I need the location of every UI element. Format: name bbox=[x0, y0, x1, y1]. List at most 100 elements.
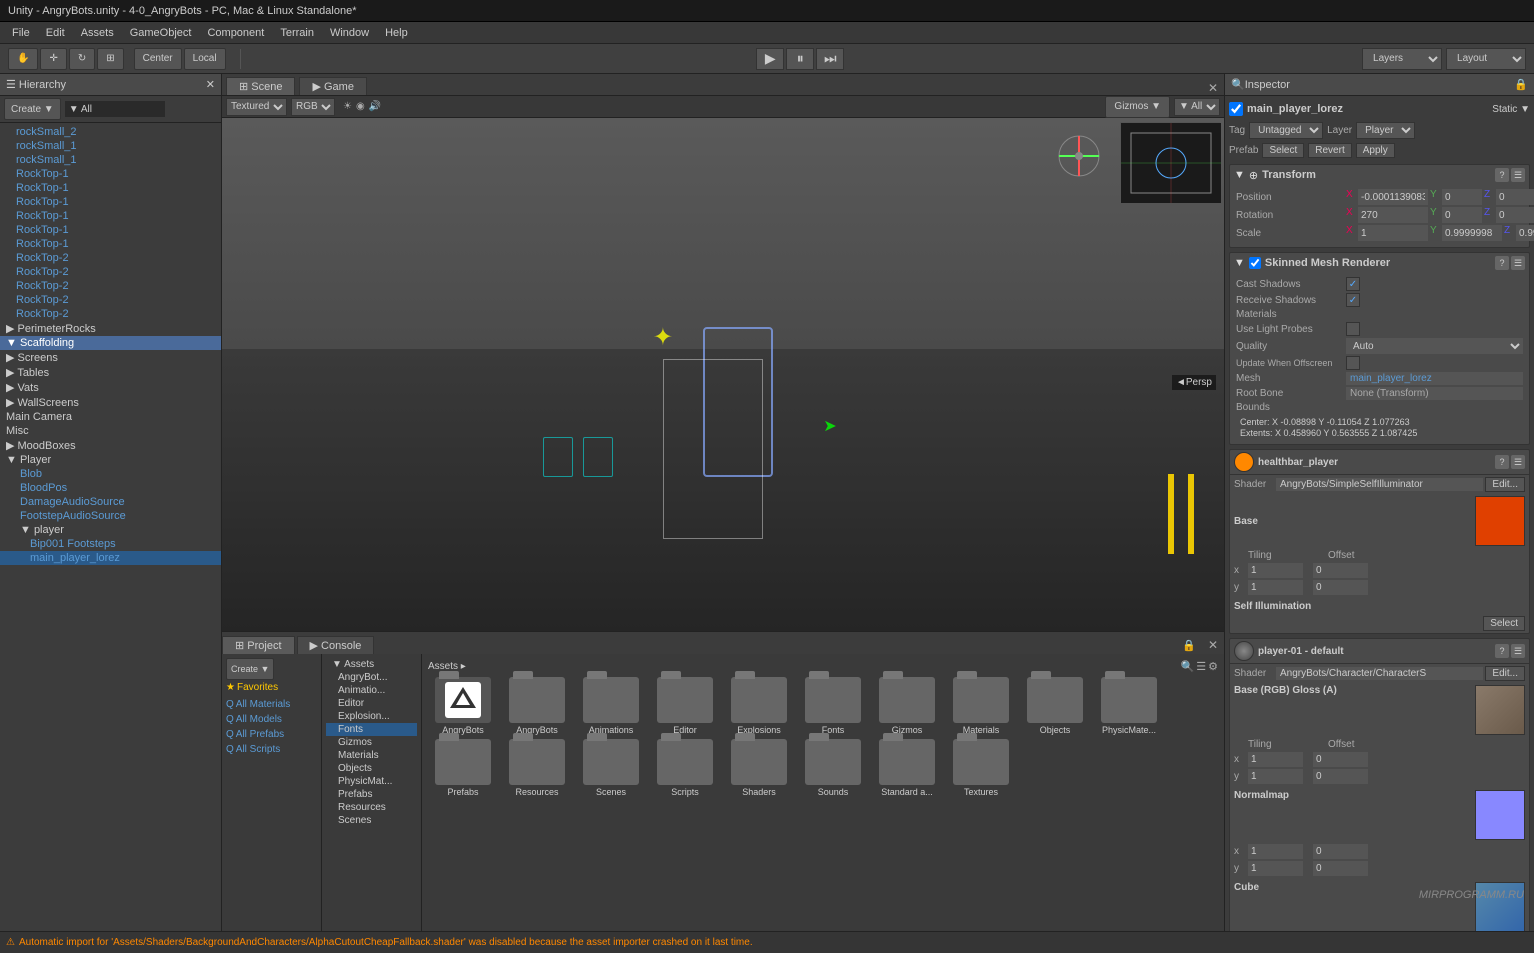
shader2-edit-button[interactable]: Edit... bbox=[1485, 666, 1525, 681]
mat2-settings-icon[interactable]: ? bbox=[1495, 644, 1509, 658]
folder-textures[interactable]: Textures bbox=[946, 739, 1016, 797]
folder-prefabs[interactable]: Prefabs bbox=[428, 739, 498, 797]
list-item-screens[interactable]: ▶ Screens bbox=[0, 350, 221, 365]
center-button[interactable]: Center bbox=[134, 48, 182, 70]
rotate-tool[interactable]: ↻ bbox=[69, 48, 95, 70]
list-item-moodboxes[interactable]: ▶ MoodBoxes bbox=[0, 438, 221, 453]
folder-angrybots[interactable]: AngryBots bbox=[502, 677, 572, 735]
layout-dropdown[interactable]: Layout bbox=[1446, 48, 1526, 70]
fav-all-prefabs[interactable]: Q All Prefabs bbox=[226, 727, 317, 742]
list-item-wallscreens[interactable]: ▶ WallScreens bbox=[0, 395, 221, 410]
list-item[interactable]: RockTop-2 bbox=[0, 251, 221, 265]
scale-x[interactable] bbox=[1358, 225, 1428, 241]
smr-enabled-checkbox[interactable] bbox=[1249, 257, 1261, 269]
list-item[interactable]: rockSmall_2 bbox=[0, 125, 221, 139]
list-item-blob[interactable]: Blob bbox=[0, 467, 221, 481]
local-button[interactable]: Local bbox=[184, 48, 226, 70]
sidebar-materials[interactable]: Materials bbox=[326, 749, 417, 762]
list-item-main-camera[interactable]: Main Camera bbox=[0, 410, 221, 424]
prefab-revert-button[interactable]: Revert bbox=[1308, 143, 1351, 158]
menu-terrain[interactable]: Terrain bbox=[272, 25, 322, 41]
tab-console[interactable]: ▶ Console bbox=[297, 636, 375, 654]
texture-preview-normal[interactable] bbox=[1475, 790, 1525, 840]
folder-scenes[interactable]: Scenes bbox=[576, 739, 646, 797]
sidebar-physicmat[interactable]: PhysicMat... bbox=[326, 775, 417, 788]
settings-icon[interactable]: ⚙ bbox=[1208, 660, 1218, 673]
list-item[interactable]: RockTop-2 bbox=[0, 293, 221, 307]
rotation-x[interactable] bbox=[1358, 207, 1428, 223]
list-item[interactable]: RockTop-1 bbox=[0, 167, 221, 181]
cast-shadows-checkbox[interactable]: ✓ bbox=[1346, 277, 1360, 291]
list-item[interactable]: RockTop-2 bbox=[0, 265, 221, 279]
fav-all-scripts[interactable]: Q All Scripts bbox=[226, 742, 317, 757]
list-item[interactable]: RockTop-1 bbox=[0, 181, 221, 195]
hand-tool[interactable]: ✋ bbox=[8, 48, 38, 70]
scene-view[interactable]: ◄Persp ✦ bbox=[222, 118, 1224, 631]
sidebar-explosions[interactable]: Explosion... bbox=[326, 710, 417, 723]
sidebar-scenes[interactable]: Scenes bbox=[326, 814, 417, 827]
search-icon[interactable]: 🔍 bbox=[1181, 660, 1195, 673]
position-y[interactable] bbox=[1442, 189, 1482, 205]
menu-assets[interactable]: Assets bbox=[73, 25, 122, 41]
offset-x-input[interactable] bbox=[1313, 563, 1368, 578]
menu-file[interactable]: File bbox=[4, 25, 38, 41]
texture-preview-char[interactable] bbox=[1475, 685, 1525, 735]
sidebar-animations[interactable]: Animatio... bbox=[326, 684, 417, 697]
list-item-scaffolding[interactable]: ▼ Scaffolding bbox=[0, 336, 221, 350]
base2-tiling-y[interactable] bbox=[1248, 769, 1303, 784]
sidebar-angrybots[interactable]: AngryBot... bbox=[326, 671, 417, 684]
menu-component[interactable]: Component bbox=[199, 25, 272, 41]
mat1-menu-icon[interactable]: ☰ bbox=[1511, 455, 1525, 469]
folder-animations[interactable]: Animations bbox=[576, 677, 646, 735]
nm-offset-x[interactable] bbox=[1313, 844, 1368, 859]
folder-explosions[interactable]: Explosions bbox=[724, 677, 794, 735]
persp-label[interactable]: ◄Persp bbox=[1172, 375, 1216, 390]
folder-fonts[interactable]: Fonts bbox=[798, 677, 868, 735]
smr-settings-icon[interactable]: ? bbox=[1495, 256, 1509, 270]
layer-dropdown[interactable]: Player bbox=[1356, 122, 1415, 139]
folder-materials[interactable]: Materials bbox=[946, 677, 1016, 735]
list-item[interactable]: rockSmall_1 bbox=[0, 139, 221, 153]
color-swatch1[interactable] bbox=[1475, 496, 1525, 546]
list-item[interactable]: RockTop-2 bbox=[0, 279, 221, 293]
scale-z[interactable] bbox=[1516, 225, 1534, 241]
sidebar-fonts[interactable]: Fonts bbox=[326, 723, 417, 736]
folder-resources[interactable]: Resources bbox=[502, 739, 572, 797]
receive-shadows-checkbox[interactable]: ✓ bbox=[1346, 293, 1360, 307]
folder-sounds[interactable]: Sounds bbox=[798, 739, 868, 797]
mat1-select-button[interactable]: Select bbox=[1483, 616, 1525, 631]
base2-tiling-x[interactable] bbox=[1248, 752, 1303, 767]
gizmos-button[interactable]: Gizmos ▼ bbox=[1105, 96, 1170, 118]
tab-scene[interactable]: ⊞ Scene bbox=[226, 77, 295, 95]
mat2-menu-icon[interactable]: ☰ bbox=[1511, 644, 1525, 658]
list-item-bip001[interactable]: Bip001 Footsteps bbox=[0, 537, 221, 551]
scale-tool[interactable]: ⊞ bbox=[97, 48, 123, 70]
scale-y[interactable] bbox=[1442, 225, 1502, 241]
list-item-perimeter-rocks[interactable]: ▶ PerimeterRocks bbox=[0, 321, 221, 336]
list-item-tables[interactable]: ▶ Tables bbox=[0, 365, 221, 380]
folder-gizmos[interactable]: Gizmos bbox=[872, 677, 942, 735]
list-item-bloodpos[interactable]: BloodPos bbox=[0, 481, 221, 495]
sidebar-objects[interactable]: Objects bbox=[326, 762, 417, 775]
nm-tiling-x[interactable] bbox=[1248, 844, 1303, 859]
scene-all-dropdown[interactable]: ▼ All bbox=[1174, 98, 1220, 116]
list-item-damage-audio[interactable]: DamageAudioSource bbox=[0, 495, 221, 509]
rotation-z[interactable] bbox=[1496, 207, 1534, 223]
filter-icon[interactable]: ☰ bbox=[1196, 660, 1206, 673]
tab-project[interactable]: ⊞ Project bbox=[222, 636, 295, 654]
object-active-checkbox[interactable] bbox=[1229, 102, 1243, 116]
scene-close[interactable]: ✕ bbox=[1208, 81, 1218, 95]
offset-y-input[interactable] bbox=[1313, 580, 1368, 595]
step-button[interactable]: ⏭ bbox=[816, 48, 844, 70]
list-item-player-sub[interactable]: ▼ player bbox=[0, 523, 221, 537]
pause-button[interactable]: ⏸ bbox=[786, 48, 814, 70]
list-item[interactable]: RockTop-2 bbox=[0, 307, 221, 321]
prefab-apply-button[interactable]: Apply bbox=[1356, 143, 1395, 158]
scene-icon-2[interactable]: ◉ bbox=[356, 101, 365, 112]
folder-editor[interactable]: Editor bbox=[650, 677, 720, 735]
position-x[interactable] bbox=[1358, 189, 1428, 205]
transform-menu-icon[interactable]: ☰ bbox=[1511, 168, 1525, 182]
inspector-lock[interactable]: 🔒 bbox=[1514, 78, 1528, 91]
list-item-vats[interactable]: ▶ Vats bbox=[0, 380, 221, 395]
tiling-x-input[interactable] bbox=[1248, 563, 1303, 578]
